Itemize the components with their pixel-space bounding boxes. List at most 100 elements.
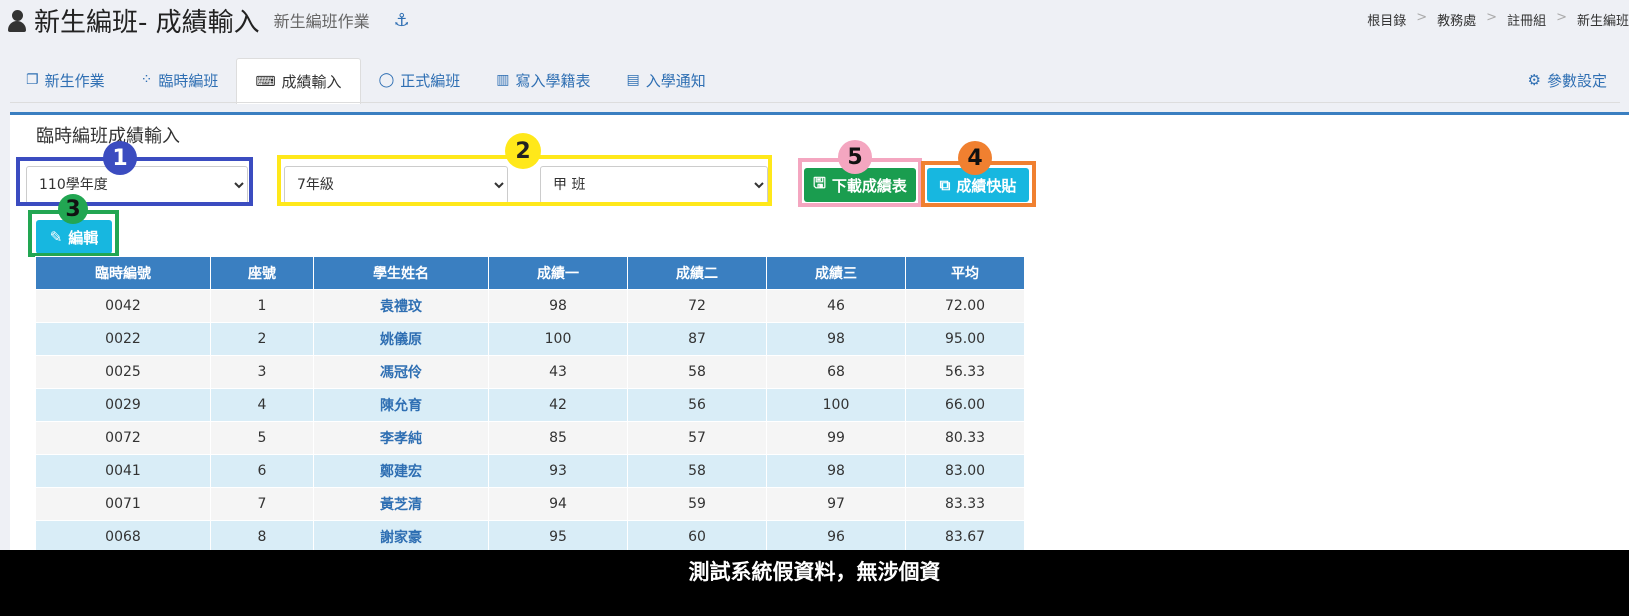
tab-label: 寫入學籍表 (515, 71, 591, 90)
table-row: 0068 8 謝家豪 95 60 96 83.67 (35, 520, 1025, 554)
student-name-link[interactable]: 馮冠伶 (313, 355, 489, 389)
seat-cell: 1 (210, 289, 314, 323)
table-row: 0029 4 陳允育 42 56 100 66.00 (35, 388, 1025, 422)
table-row: 0041 6 鄭建宏 93 58 98 83.00 (35, 454, 1025, 488)
table-row: 0022 2 姚儀原 100 87 98 95.00 (35, 322, 1025, 356)
score1-cell: 42 (488, 388, 628, 422)
temp-id-cell: 0068 (35, 520, 211, 554)
temp-id-cell: 0022 (35, 322, 211, 356)
temp-id-cell: 0025 (35, 355, 211, 389)
tab-temp-class[interactable]: ⁘ 臨時編班 (123, 58, 237, 102)
anchor-icon[interactable]: ⚓ (394, 10, 410, 31)
table-header-row: 臨時編號 座號 學生姓名 成績一 成績二 成績三 平均 (35, 256, 1025, 290)
score2-cell: 58 (627, 355, 767, 389)
score1-cell: 85 (488, 421, 628, 455)
breadcrumb-item[interactable]: 新生編班 (1577, 10, 1629, 29)
tab-formal-class[interactable]: ◯ 正式編班 (361, 58, 479, 102)
breadcrumb: 根目錄 > 教務處 > 註冊組 > 新生編班 (1367, 10, 1629, 29)
tab-admission-notice[interactable]: ▤ 入學通知 (609, 58, 724, 102)
score3-cell: 97 (766, 487, 906, 521)
score2-cell: 87 (627, 322, 767, 356)
temp-id-cell: 0041 (35, 454, 211, 488)
disclaimer-banner: 測試系統假資料，無涉個資 (0, 550, 1629, 616)
tab-label: 入學通知 (645, 71, 706, 90)
settings-label: 參數設定 (1546, 71, 1607, 90)
column-header[interactable]: 平均 (905, 256, 1025, 290)
annotation-badge-4: 4 (958, 141, 992, 175)
gear-icon: ⚙ (1527, 71, 1541, 89)
column-header[interactable]: 學生姓名 (313, 256, 489, 290)
score-table: 臨時編號 座號 學生姓名 成績一 成績二 成績三 平均 0042 1 袁禮玟 9… (35, 256, 1025, 554)
copy-icon: ❐ (26, 72, 39, 88)
page-header: 新生編班- 成績輸入 新生編班作業 ⚓ (8, 0, 410, 40)
average-cell: 72.00 (905, 289, 1025, 323)
tab-label: 正式編班 (400, 71, 461, 90)
score2-cell: 60 (627, 520, 767, 554)
table-row: 0071 7 黃芝清 94 59 97 83.33 (35, 487, 1025, 521)
column-header[interactable]: 成績一 (488, 256, 628, 290)
tab-new-student[interactable]: ❐ 新生作業 (8, 58, 123, 102)
table-row: 0025 3 馮冠伶 43 58 68 56.33 (35, 355, 1025, 389)
table-row: 0042 1 袁禮玟 98 72 46 72.00 (35, 289, 1025, 323)
column-header[interactable]: 成績三 (766, 256, 906, 290)
average-cell: 56.33 (905, 355, 1025, 389)
score2-cell: 56 (627, 388, 767, 422)
tab-label: 成績輸入 (281, 73, 342, 91)
score1-cell: 43 (488, 355, 628, 389)
breadcrumb-item[interactable]: 教務處 (1437, 10, 1476, 29)
score1-cell: 95 (488, 520, 628, 554)
student-name-link[interactable]: 李孝純 (313, 421, 489, 455)
breadcrumb-item[interactable]: 根目錄 (1367, 10, 1406, 29)
seat-cell: 2 (210, 322, 314, 356)
average-cell: 66.00 (905, 388, 1025, 422)
score3-cell: 100 (766, 388, 906, 422)
column-header[interactable]: 成績二 (627, 256, 767, 290)
seat-cell: 6 (210, 454, 314, 488)
average-cell: 80.33 (905, 421, 1025, 455)
seat-cell: 4 (210, 388, 314, 422)
student-name-link[interactable]: 陳允育 (313, 388, 489, 422)
tab-divider (10, 102, 1620, 103)
score3-cell: 98 (766, 454, 906, 488)
temp-id-cell: 0029 (35, 388, 211, 422)
page-subtitle: 新生編班作業 (273, 12, 370, 31)
score2-cell: 72 (627, 289, 767, 323)
score1-cell: 100 (488, 322, 628, 356)
temp-id-cell: 0042 (35, 289, 211, 323)
tab-score-input[interactable]: ⌨ 成績輸入 (236, 58, 361, 104)
student-name-link[interactable]: 袁禮玟 (313, 289, 489, 323)
student-name-link[interactable]: 黃芝清 (313, 487, 489, 521)
score2-cell: 58 (627, 454, 767, 488)
score1-cell: 94 (488, 487, 628, 521)
tab-bar: ❐ 新生作業 ⁘ 臨時編班 ⌨ 成績輸入 ◯ 正式編班 ▥ 寫入學籍表 ▤ 入學… (8, 58, 724, 104)
keyboard-icon: ⌨ (255, 73, 276, 90)
seat-cell: 3 (210, 355, 314, 389)
circle-icon: ◯ (378, 72, 395, 88)
score1-cell: 98 (488, 289, 628, 323)
annotation-badge-1: 1 (103, 141, 137, 175)
seat-cell: 5 (210, 421, 314, 455)
tab-label: 臨時編班 (158, 71, 219, 90)
file-icon: ▤ (626, 72, 640, 88)
score2-cell: 59 (627, 487, 767, 521)
average-cell: 83.00 (905, 454, 1025, 488)
temp-id-cell: 0072 (35, 421, 211, 455)
student-name-link[interactable]: 謝家豪 (313, 520, 489, 554)
tab-label: 新生作業 (44, 71, 105, 90)
breadcrumb-item[interactable]: 註冊組 (1507, 10, 1546, 29)
settings-tab[interactable]: ⚙ 參數設定 (1528, 58, 1607, 102)
seat-cell: 7 (210, 487, 314, 521)
table-row: 0072 5 李孝純 85 57 99 80.33 (35, 421, 1025, 455)
score3-cell: 68 (766, 355, 906, 389)
average-cell: 83.67 (905, 520, 1025, 554)
score1-cell: 93 (488, 454, 628, 488)
tab-write-register[interactable]: ▥ 寫入學籍表 (478, 58, 608, 102)
column-header[interactable]: 座號 (210, 256, 314, 290)
page-title: 新生編班- 成績輸入 (34, 7, 260, 38)
annotation-badge-5: 5 (838, 140, 872, 174)
column-header[interactable]: 臨時編號 (35, 256, 211, 290)
map-icon: ▥ (496, 72, 510, 88)
temp-id-cell: 0071 (35, 487, 211, 521)
student-name-link[interactable]: 姚儀原 (313, 322, 489, 356)
student-name-link[interactable]: 鄭建宏 (313, 454, 489, 488)
